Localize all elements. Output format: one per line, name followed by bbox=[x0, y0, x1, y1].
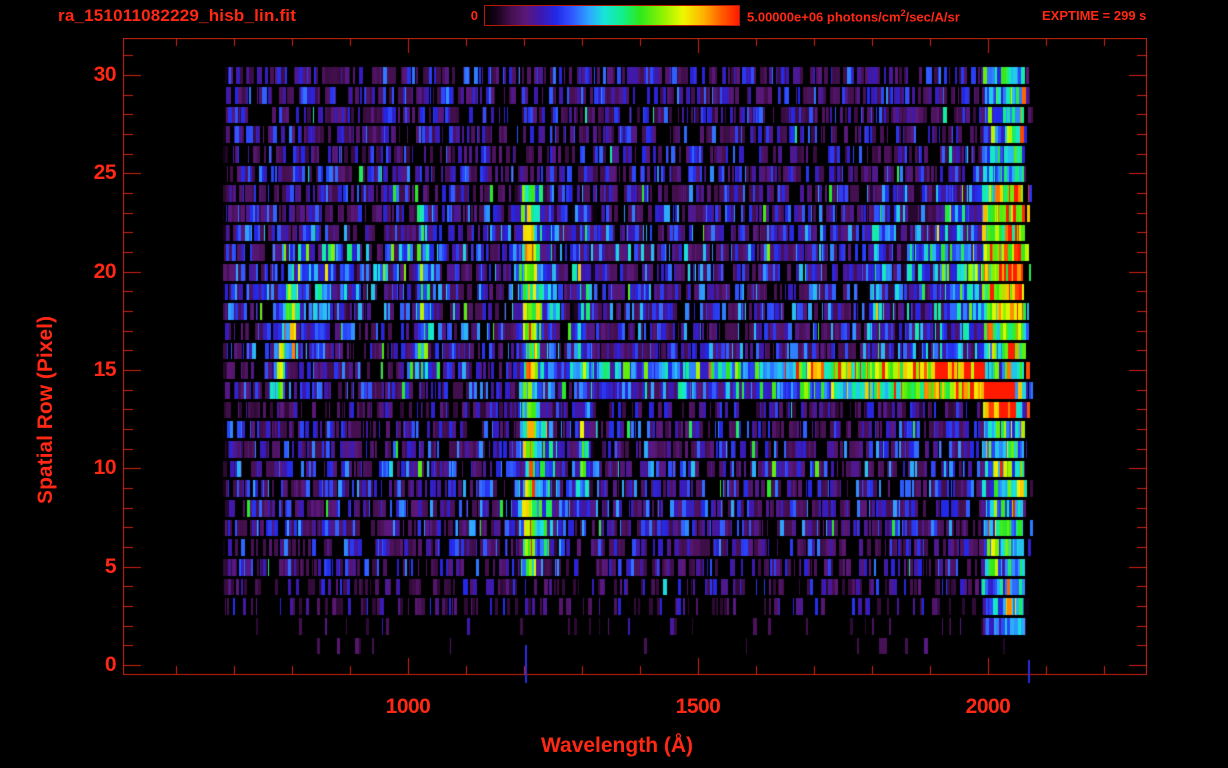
colorbar-min-label: 0 bbox=[470, 8, 478, 23]
y-tick-label: 15 bbox=[93, 358, 117, 381]
y-tick-label: 30 bbox=[93, 63, 117, 87]
fits-spectral-viewer: ra_151011082229_hisb_lin.fit 0 5.00000e+… bbox=[0, 0, 1228, 768]
x-tick-label: 1500 bbox=[675, 695, 721, 718]
y-tick-label: 5 bbox=[104, 554, 117, 578]
y-tick-label: 25 bbox=[93, 161, 117, 185]
x-axis-title: Wavelength (Å) bbox=[540, 734, 694, 757]
y-tick-label: 0 bbox=[104, 653, 117, 676]
x-tick-label: 1000 bbox=[385, 695, 431, 718]
exptime-label: EXPTIME = 299 s bbox=[1042, 8, 1147, 23]
y-tick-label: 10 bbox=[93, 456, 117, 480]
colorbar-gradient bbox=[484, 5, 740, 26]
spectral-heatmap-canvas bbox=[123, 38, 1147, 684]
x-tick-label: 2000 bbox=[965, 695, 1011, 718]
y-tick-label: 20 bbox=[93, 259, 117, 283]
file-title: ra_151011082229_hisb_lin.fit bbox=[58, 6, 297, 25]
colorbar-max-label: 5.00000e+06 photons/cm2/sec/A/sr bbox=[747, 8, 960, 25]
y-axis-title: Spatial Row (Pixel) bbox=[34, 316, 57, 504]
